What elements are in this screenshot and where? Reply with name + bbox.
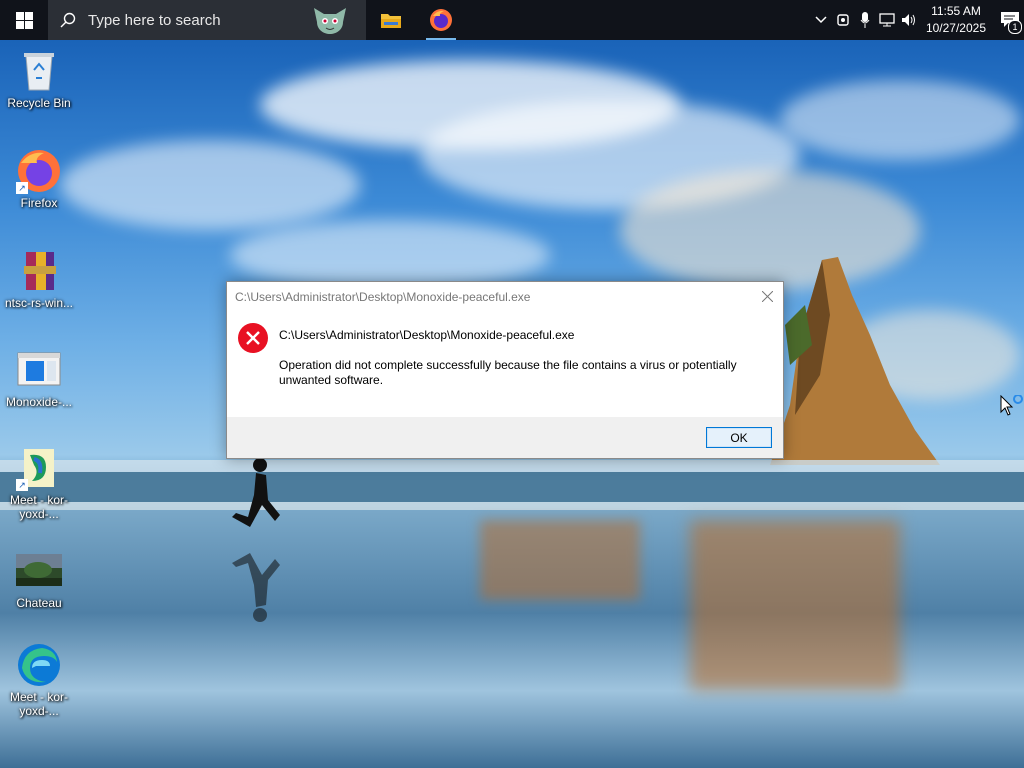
ok-button[interactable]: OK [706, 427, 772, 448]
taskbar-file-explorer[interactable] [366, 0, 416, 40]
app-window-icon [16, 347, 62, 393]
dialog-close-button[interactable] [757, 286, 777, 306]
desktop-icon-label: Meet - kor-yoxd-... [9, 493, 68, 521]
show-hidden-icons-button[interactable] [810, 0, 832, 40]
clock-time: 11:55 AM [931, 4, 981, 18]
close-icon [761, 290, 773, 302]
winrar-archive-icon [16, 248, 62, 294]
volume-icon [901, 14, 915, 26]
tray-device-button[interactable] [832, 0, 854, 40]
desktop-icon-label: Recycle Bin [7, 96, 71, 110]
recycle-bin-icon [16, 48, 62, 94]
dialog-title: C:\Users\Administrator\Desktop\Monoxide-… [235, 290, 531, 304]
desktop-icon-ntsc-rs[interactable]: ntsc-rs-win... [0, 248, 78, 310]
action-center-button[interactable]: 1 [996, 0, 1024, 40]
error-icon [238, 323, 268, 353]
desktop-icon-meet-1[interactable]: ↗ Meet - kor-yoxd-... [0, 445, 78, 521]
dialog-body: C:\Users\Administrator\Desktop\Monoxide-… [227, 312, 783, 416]
start-button[interactable] [0, 0, 48, 40]
dialog-message: Operation did not complete successfully … [279, 358, 737, 387]
taskbar-firefox[interactable] [416, 0, 466, 40]
desktop-icon-chateau[interactable]: Chateau [0, 548, 78, 610]
tray-network-button[interactable] [876, 0, 898, 40]
desktop-icon-label: Monoxide-... [5, 395, 73, 409]
desktop-icon-recycle-bin[interactable]: Recycle Bin [0, 48, 78, 110]
tray-volume-button[interactable] [898, 0, 920, 40]
microphone-icon [860, 12, 870, 28]
desktop-icon-label: Meet - kor-yoxd-... [9, 690, 68, 718]
firefox-icon: ↗ [16, 148, 62, 194]
taskbar-clock[interactable]: 11:55 AM 10/27/2025 [926, 3, 986, 37]
system-tray: 11:55 AM 10/27/2025 1 [810, 0, 1024, 40]
network-icon [879, 13, 895, 27]
desktop-icon-meet-2[interactable]: Meet - kor-yoxd-... [0, 642, 78, 718]
dialog-file-path: C:\Users\Administrator\Desktop\Monoxide-… [279, 328, 575, 342]
dialog-titlebar[interactable]: C:\Users\Administrator\Desktop\Monoxide-… [227, 282, 783, 312]
windows-logo-icon [15, 11, 33, 29]
desktop-icon-label: ntsc-rs-win... [4, 296, 73, 310]
desktop-icon-monoxide[interactable]: Monoxide-... [0, 347, 78, 409]
firefox-icon [430, 9, 452, 31]
desktop-icon-label: Firefox [20, 196, 58, 210]
clock-date: 10/27/2025 [925, 21, 986, 35]
desktop-icon-firefox[interactable]: ↗ Firefox [0, 148, 78, 210]
folder-icon [381, 14, 401, 28]
taskbar: Type here to search 11:55 AM 10/27/2025 … [0, 0, 1024, 40]
search-icon [60, 12, 76, 28]
dialog-footer: OK [227, 417, 783, 458]
mouse-cursor-busy-icon [1000, 395, 1023, 416]
search-placeholder: Type here to search [88, 11, 221, 29]
desktop-icon-label: Chateau [16, 596, 62, 610]
edge-icon [16, 642, 62, 688]
taskbar-search-box[interactable]: Type here to search [48, 0, 366, 40]
notification-count-badge: 1 [1008, 20, 1022, 34]
image-thumbnail-icon [16, 548, 62, 594]
tray-microphone-button[interactable] [854, 0, 876, 40]
chevron-up-icon [815, 16, 827, 24]
error-dialog: C:\Users\Administrator\Desktop\Monoxide-… [226, 281, 784, 459]
shortcut-arrow-icon: ↗ [16, 182, 28, 194]
device-icon [837, 14, 849, 26]
meet-shortcut-icon: ↗ [16, 445, 62, 491]
search-highlight-mascot-icon [314, 8, 346, 34]
shortcut-arrow-icon: ↗ [16, 479, 28, 491]
